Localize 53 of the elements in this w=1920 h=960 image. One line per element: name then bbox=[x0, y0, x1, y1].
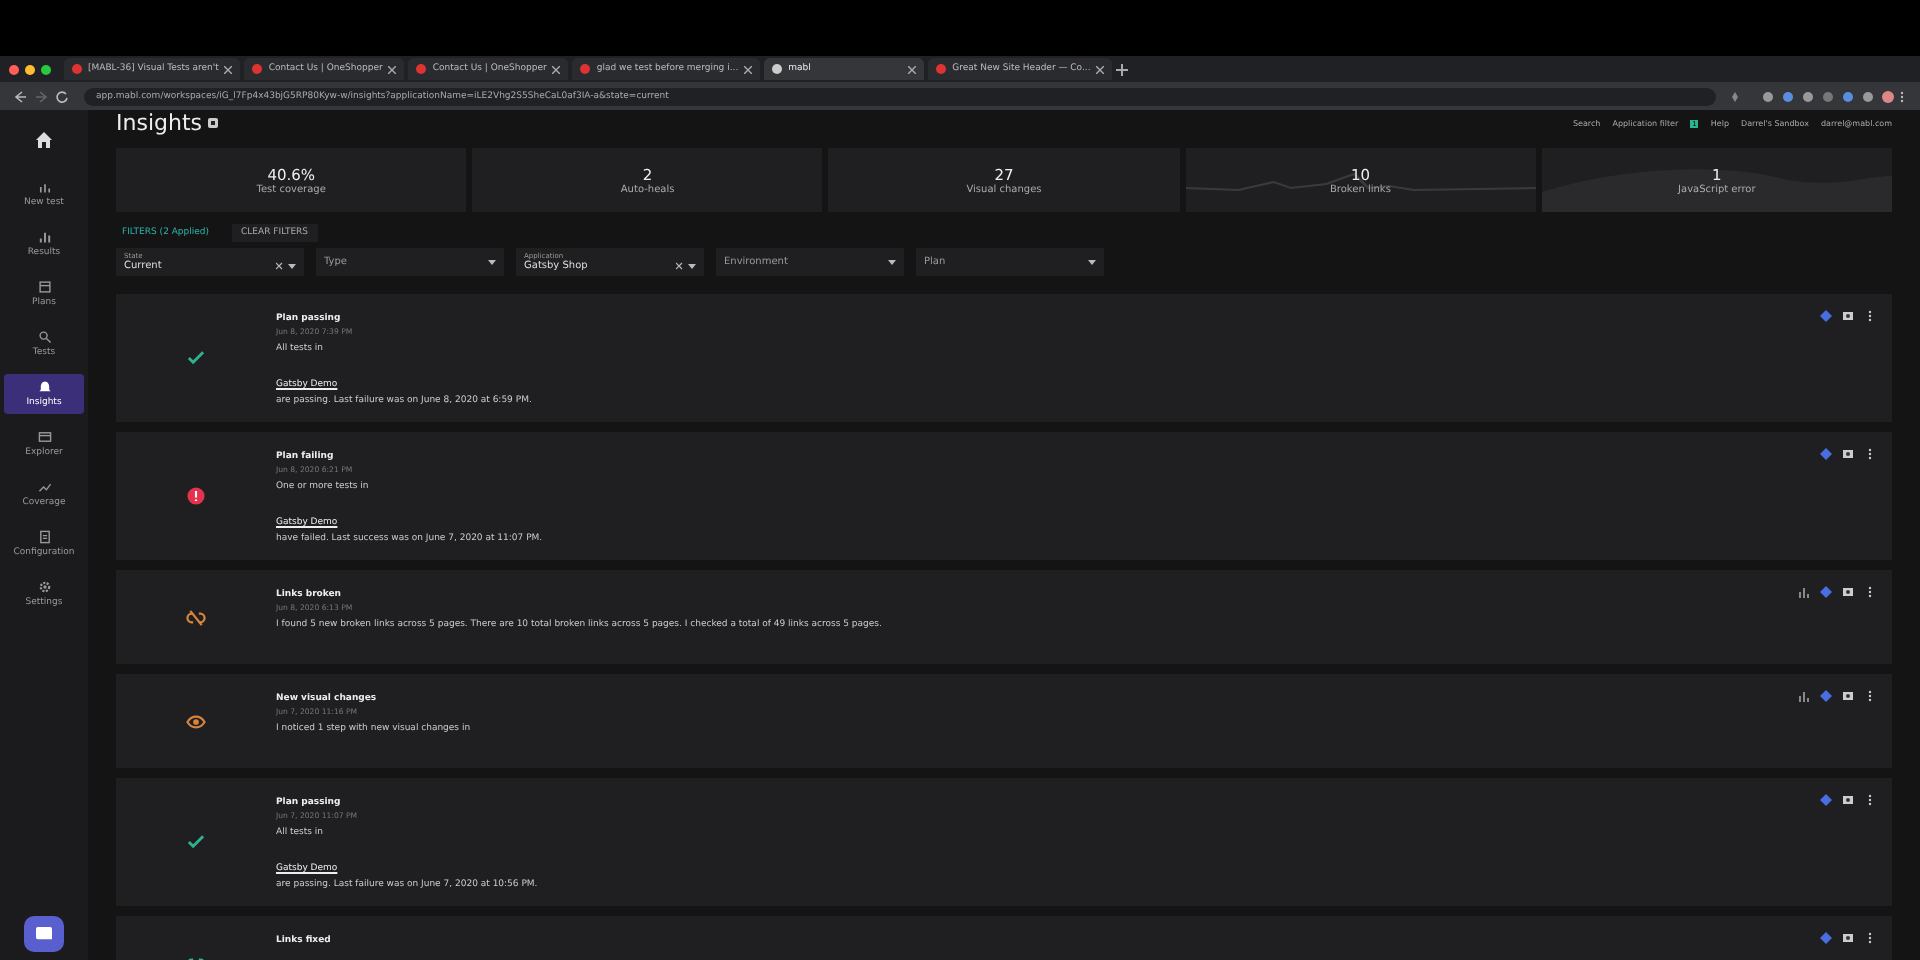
bars-icon bbox=[37, 180, 51, 194]
window-icon bbox=[37, 430, 51, 444]
dropdown-icon[interactable] bbox=[888, 258, 896, 266]
page-title: Insights bbox=[116, 110, 203, 136]
diamond-icon[interactable] bbox=[1820, 794, 1832, 806]
check-icon bbox=[186, 832, 206, 852]
image-icon[interactable] bbox=[1842, 310, 1854, 322]
chat-icon bbox=[36, 926, 52, 942]
more-icon[interactable] bbox=[1864, 448, 1876, 460]
image-icon[interactable] bbox=[1842, 794, 1854, 806]
navigation-icons-drawing[interactable] bbox=[12, 89, 72, 103]
diamond-icon[interactable] bbox=[1820, 932, 1832, 944]
image-icon[interactable] bbox=[1842, 932, 1854, 944]
bell-icon bbox=[37, 380, 51, 394]
home-icon[interactable] bbox=[34, 130, 54, 150]
more-icon[interactable] bbox=[1864, 794, 1876, 806]
exclamation-icon bbox=[186, 486, 206, 506]
close-icon[interactable] bbox=[224, 65, 233, 73]
chart-icon[interactable] bbox=[1798, 690, 1810, 702]
close-icon[interactable] bbox=[388, 65, 397, 73]
diamond-icon[interactable] bbox=[1820, 586, 1832, 598]
close-icon[interactable] bbox=[1096, 65, 1105, 73]
settings-icon bbox=[37, 580, 51, 594]
extension-icons-drawing[interactable] bbox=[1728, 89, 1908, 103]
image-icon[interactable] bbox=[1842, 586, 1854, 598]
more-icon[interactable] bbox=[1864, 690, 1876, 702]
search-icon bbox=[37, 330, 51, 344]
dropdown-icon[interactable] bbox=[488, 258, 496, 266]
line-chart-icon bbox=[37, 480, 51, 494]
diamond-icon[interactable] bbox=[1820, 310, 1832, 322]
dropdown-icon[interactable] bbox=[676, 262, 696, 270]
more-icon[interactable] bbox=[1864, 932, 1876, 944]
chart-icon[interactable] bbox=[1798, 586, 1810, 598]
image-icon[interactable] bbox=[1842, 448, 1854, 460]
diamond-icon[interactable] bbox=[1820, 690, 1832, 702]
more-icon[interactable] bbox=[1864, 310, 1876, 322]
info-icon[interactable] bbox=[208, 118, 219, 128]
document-icon bbox=[37, 530, 51, 544]
close-icon[interactable] bbox=[552, 65, 561, 73]
image-icon[interactable] bbox=[1842, 690, 1854, 702]
new-tab-icon[interactable] bbox=[1116, 63, 1129, 75]
dropdown-icon[interactable] bbox=[276, 262, 296, 270]
more-icon[interactable] bbox=[1864, 586, 1876, 598]
chat-button[interactable] bbox=[24, 916, 64, 952]
eye-icon bbox=[186, 711, 206, 731]
diamond-icon[interactable] bbox=[1820, 448, 1832, 460]
broken-link-icon bbox=[186, 607, 206, 627]
dropdown-icon[interactable] bbox=[1088, 258, 1096, 266]
calendar-icon bbox=[37, 280, 51, 294]
close-icon[interactable] bbox=[744, 65, 753, 73]
bar-chart-icon bbox=[37, 230, 51, 244]
check-icon bbox=[186, 348, 206, 368]
close-icon[interactable] bbox=[908, 65, 917, 73]
